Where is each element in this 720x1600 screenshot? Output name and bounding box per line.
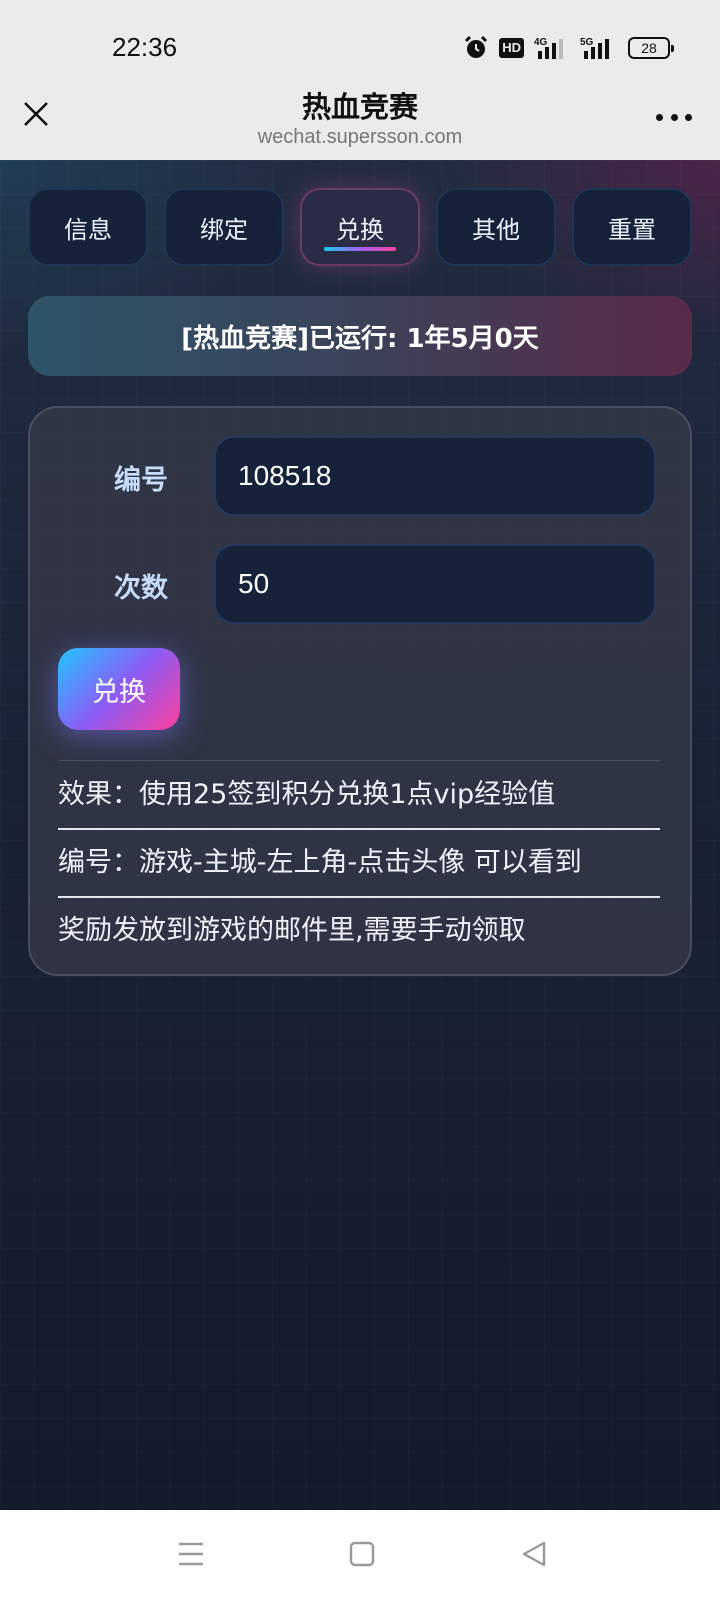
tab-bind[interactable]: 绑定 [164,188,284,266]
id-hint-note: 编号：游戏-主城-左上角-点击头像 可以看到 [58,847,582,878]
reward-note: 奖励发放到游戏的邮件里,需要手动领取 [58,915,526,946]
nav-back-button[interactable] [520,1540,548,1572]
nav-menu-button[interactable] [177,1540,205,1572]
signal-icon: 5G [580,37,609,59]
page-title: 热血竞赛 [301,90,418,124]
alarm-icon [465,35,488,58]
tab-bar: 信息 绑定 兑换 其他 重置 [28,188,692,266]
divider [58,828,660,830]
tab-label: 其他 [472,215,520,244]
tab-label: 信息 [64,215,112,244]
active-tab-indicator [324,247,396,251]
page-url: wechat.supersson.com [257,126,463,148]
system-nav-bar [0,1510,720,1600]
tab-label: 重置 [608,215,656,244]
main-content: 信息 绑定 兑换 其他 重置 [热血竞赛]已运行: 1年5月0天 编号 次数 兑… [0,160,720,1510]
tab-label: 兑换 [336,215,384,244]
status-icons: HD 4G 5G 28 [463,34,674,62]
status-time: 22:36 [112,32,178,62]
network-5g-label: 5G [580,37,594,48]
redeem-button[interactable]: 兑换 [58,648,180,730]
signal-icon: 4G [534,37,563,59]
count-input[interactable] [214,544,656,624]
divider [58,760,660,761]
tab-reset[interactable]: 重置 [572,188,692,266]
runtime-banner: [热血竞赛]已运行: 1年5月0天 [28,296,692,376]
back-icon [522,1541,546,1567]
tab-redeem[interactable]: 兑换 [300,188,420,266]
network-4g-label: 4G [534,37,548,48]
battery-level: 28 [641,40,657,56]
more-icon [670,113,678,121]
menu-icon [179,1542,203,1566]
id-label: 编号 [114,465,168,496]
more-icon [685,113,692,121]
runtime-text: [热血竞赛]已运行: 1年5月0天 [181,323,539,354]
more-button[interactable] [656,112,692,122]
hd-badge: HD [499,38,524,58]
tab-info[interactable]: 信息 [28,188,148,266]
status-bar: 22:36 HD 4G 5G 28 [0,0,720,92]
redeem-card: 编号 次数 兑换 效果：使用25签到积分兑换1点vip经验值 编号：游戏-主城-… [28,406,692,976]
tab-other[interactable]: 其他 [436,188,556,266]
more-icon [656,113,663,121]
id-input[interactable] [214,436,656,516]
battery-icon: 28 [628,37,674,59]
home-icon [349,1541,375,1567]
tab-label: 绑定 [200,215,248,244]
effect-note: 效果：使用25签到积分兑换1点vip经验值 [58,779,556,810]
count-label: 次数 [114,573,168,604]
nav-home-button[interactable] [348,1540,376,1572]
divider [58,896,660,898]
title-bar: 热血竞赛 wechat.supersson.com [0,90,720,160]
